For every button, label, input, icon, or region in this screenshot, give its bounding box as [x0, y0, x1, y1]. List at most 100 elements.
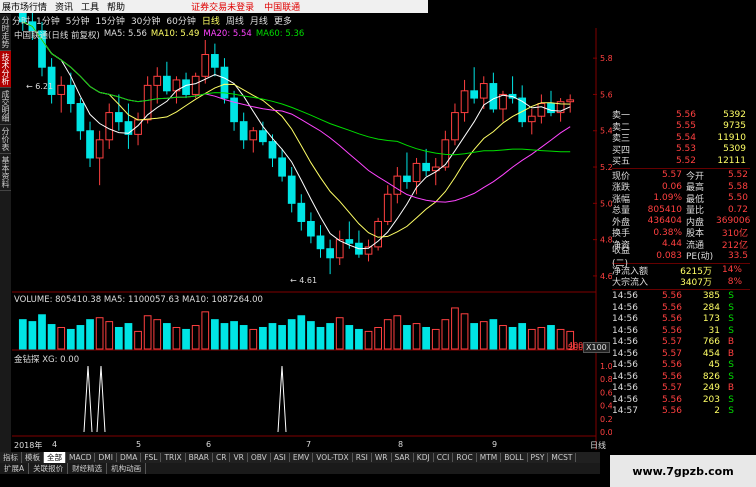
sidetab-technical[interactable]: 技术分析: [0, 51, 11, 88]
indicator-tab[interactable]: EMV: [290, 453, 314, 462]
low-annotation: ← 4.61: [290, 276, 318, 285]
indicator-tab[interactable]: OBV: [248, 453, 271, 462]
indicator-tab[interactable]: VR: [230, 453, 248, 462]
xaxis-month-9: 9: [492, 440, 498, 449]
indicator-tab[interactable]: DMI: [95, 453, 117, 462]
candle: [153, 67, 162, 104]
period-timeshare[interactable]: 分时: [12, 14, 30, 27]
period-60min[interactable]: 60分钟: [166, 14, 195, 27]
candle: [374, 217, 382, 251]
indicator-tab[interactable]: VOL-TDX: [313, 453, 353, 462]
indicator-tab[interactable]: PSY: [528, 453, 549, 462]
indicator-tab[interactable]: BOLL: [501, 453, 528, 462]
sidetab-fundamentals[interactable]: 基本资料: [0, 154, 11, 191]
flow-row: 大宗流入 3407万 8%: [612, 276, 750, 289]
tick-time: 14:56: [612, 394, 638, 405]
menu-news[interactable]: 资讯: [55, 0, 73, 13]
indicator-tab[interactable]: WR: [372, 453, 392, 462]
indicator-tab[interactable]: RSI: [353, 453, 372, 462]
candle: [403, 152, 411, 189]
orderbook-volume: 9735: [723, 121, 746, 132]
indicator-tab[interactable]: TRIX: [161, 453, 186, 462]
volume-bar: [124, 323, 133, 350]
signal-spike: [83, 365, 93, 433]
tick-price: 5.57: [661, 383, 682, 394]
login-warning[interactable]: 证券交易未登录: [191, 0, 254, 13]
xaxis-month-7: 7: [306, 440, 312, 449]
orderbook-row[interactable]: 买五 5.52 12111: [612, 155, 750, 168]
extension-tab[interactable]: 财经精选: [68, 463, 108, 474]
candle: [172, 76, 181, 104]
candle-body: [211, 54, 219, 68]
tick-volume: 766: [702, 337, 720, 348]
indicator-tab[interactable]: BRAR: [186, 453, 214, 462]
candle: [162, 61, 171, 95]
orderbook-price: 5.55: [675, 121, 696, 132]
high-value: 6.21: [35, 82, 54, 91]
indicator-tab[interactable]: ASI: [271, 453, 290, 462]
tick-time: 14:56: [612, 348, 638, 359]
sidetab-price-table[interactable]: 分价表: [0, 125, 11, 154]
indicator-tab[interactable]: MCST: [548, 453, 577, 462]
indicator-tab[interactable]: ROC: [453, 453, 477, 462]
candle: [326, 239, 334, 275]
sidetab-timeshare[interactable]: 分时走势: [0, 14, 11, 51]
candle: [307, 212, 315, 244]
menu-tools[interactable]: 工具: [81, 0, 99, 13]
indicator-tick-label: 0.40: [600, 402, 612, 411]
orderbook-price: 5.52: [675, 155, 696, 166]
price-tick-label: 4.60: [600, 272, 612, 281]
ma10-label: MA10: 5.49: [150, 29, 200, 39]
candle: [86, 121, 94, 168]
indicator-tab[interactable]: DMA: [117, 453, 142, 462]
volume-bar: [403, 325, 411, 350]
indicator-tick-label: 0.80: [600, 375, 612, 384]
candle-body: [57, 84, 66, 95]
candle-body: [249, 130, 258, 141]
quote-value: 436404: [647, 216, 682, 227]
period-15min[interactable]: 15分钟: [95, 14, 124, 27]
indicator-tab[interactable]: CR: [213, 453, 231, 462]
indicator-tab[interactable]: MACD: [66, 453, 96, 462]
menu-market[interactable]: 展市场行情: [2, 0, 47, 13]
extension-tab[interactable]: 机构动画: [107, 463, 147, 474]
volume-bar: [374, 326, 382, 350]
period-more[interactable]: 更多: [274, 14, 292, 27]
candle: [470, 67, 479, 104]
indicator-legend: 金钻探 XG: 0.00: [14, 355, 80, 365]
period-monthly[interactable]: 月线: [250, 14, 268, 27]
volume-bar: [393, 315, 402, 350]
tick-row: 14:57 5.56 2 S: [612, 406, 750, 418]
indicator-tab[interactable]: 模板: [22, 452, 44, 463]
indicator-tab[interactable]: FSL: [141, 453, 162, 462]
tick-row: 14:56 5.56 31 S: [612, 325, 750, 337]
indicator-tab[interactable]: SAR: [392, 453, 414, 462]
tick-time: 14:56: [612, 291, 638, 302]
candle-body: [412, 162, 421, 183]
volume-unit[interactable]: X100: [583, 342, 610, 353]
candle: [412, 157, 421, 195]
indicator-tab[interactable]: 指标: [0, 452, 22, 463]
indicator-tab[interactable]: KDJ: [414, 453, 434, 462]
indicator-tab[interactable]: 全部: [44, 452, 66, 463]
candle-body: [95, 139, 104, 159]
volume-bar: [355, 328, 363, 350]
extension-tab[interactable]: 扩展A: [0, 463, 30, 474]
candle: [105, 103, 114, 149]
period-5min[interactable]: 5分钟: [66, 14, 90, 27]
order-book: 卖一 5.56 5392 卖二 5.55 9735 卖三 5.54 11910 …: [612, 109, 750, 168]
period-30min[interactable]: 30分钟: [131, 14, 160, 27]
indicator-tab[interactable]: MTM: [477, 453, 502, 462]
period-daily[interactable]: 日线: [202, 14, 220, 27]
quote-value: 4.44: [661, 239, 682, 250]
volume-bar: [412, 323, 421, 350]
sidetab-trades[interactable]: 成交明细: [0, 88, 11, 125]
tick-volume: 31: [708, 325, 720, 336]
period-1min[interactable]: 1分钟: [36, 14, 60, 27]
extension-tab[interactable]: 关联报价: [29, 463, 69, 474]
period-weekly[interactable]: 周线: [226, 14, 244, 27]
menu-help[interactable]: 帮助: [107, 0, 125, 13]
indicator-tab[interactable]: CCI: [434, 453, 454, 462]
volume-bar: [499, 325, 507, 350]
tick-side: S: [728, 394, 734, 405]
